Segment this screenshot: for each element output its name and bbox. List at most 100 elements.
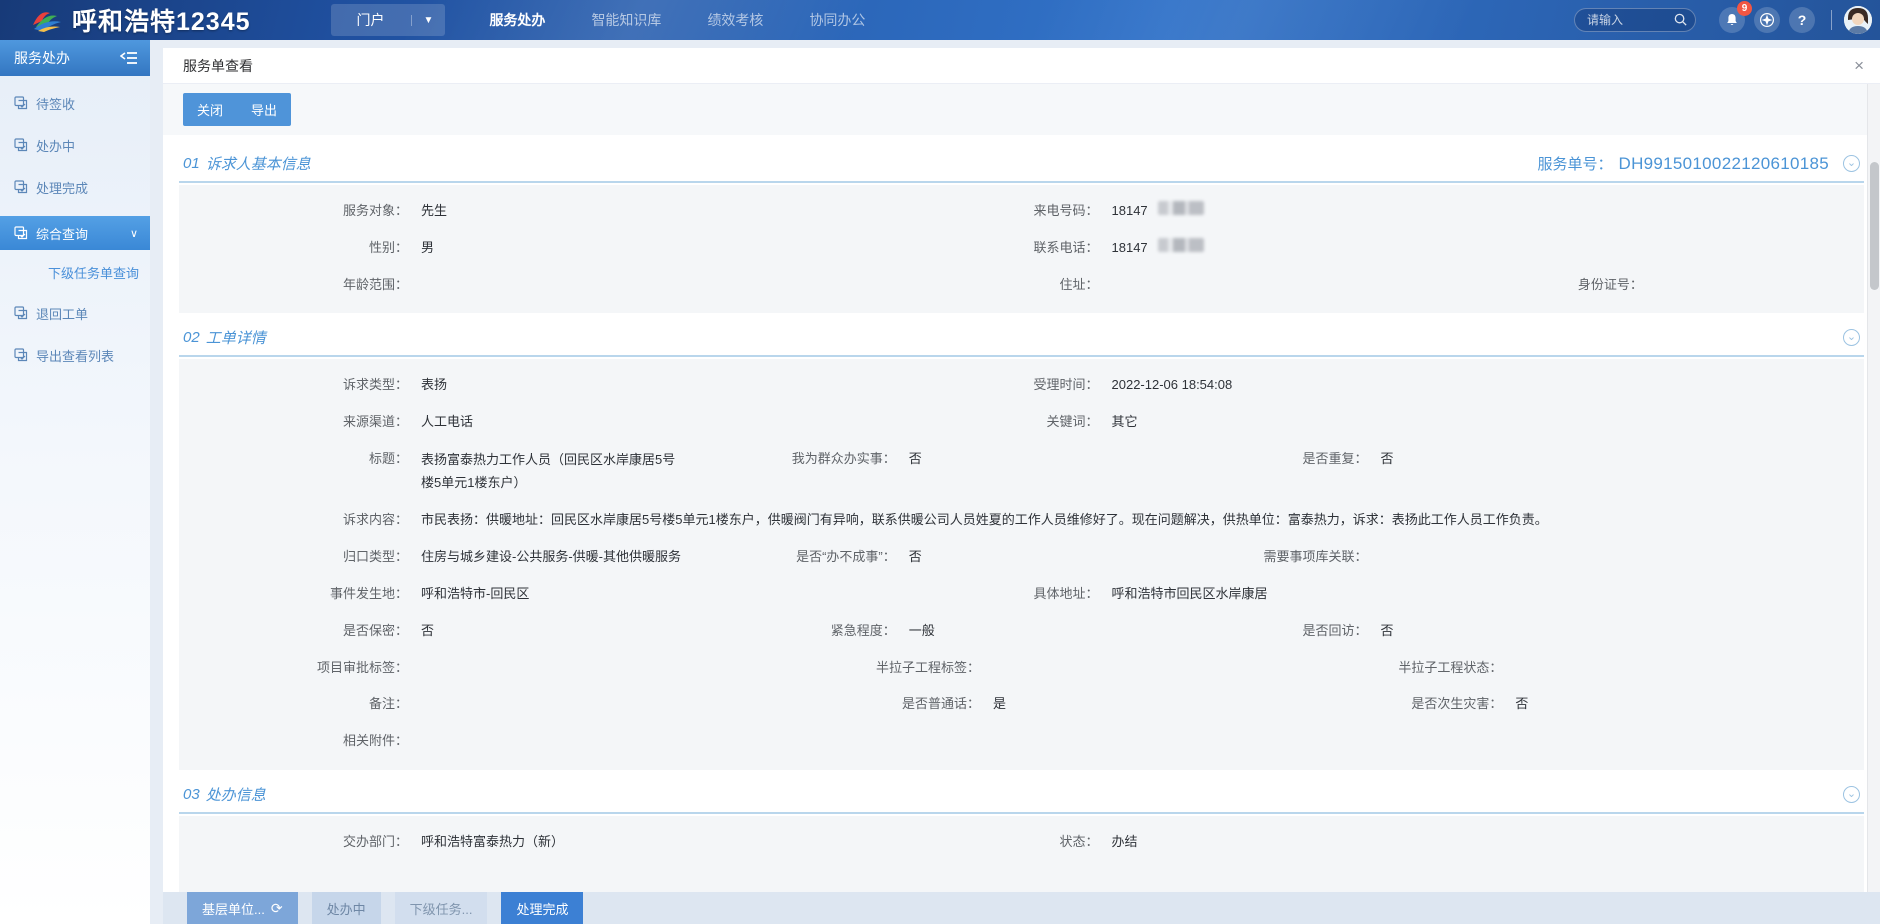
section-panel: 交办部门：呼和浩特富泰热力（新）状态：办结: [179, 816, 1864, 892]
document-icon: [14, 138, 28, 152]
help-button[interactable]: ?: [1789, 7, 1815, 33]
section-panel: 诉求类型：表扬受理时间：2022-12-06 18:54:08来源渠道：人工电话…: [179, 359, 1864, 770]
section-header-right: ⌄: [1843, 329, 1860, 346]
toolbar-buttons: 关闭 导出: [183, 93, 291, 126]
field-label: 诉求类型：: [179, 375, 421, 396]
sidebar-item-label: 退回工单: [36, 304, 88, 323]
bottom-tab-1[interactable]: 基层单位...⟳: [187, 892, 298, 924]
sidebar-item[interactable]: 处办中: [0, 130, 150, 160]
sidebar-item[interactable]: 待签收: [0, 88, 150, 118]
sidebar-item[interactable]: 退回工单: [0, 298, 150, 328]
field-label: 交办部门：: [179, 832, 421, 853]
field-label: 关键词：: [1022, 412, 1112, 433]
scrollbar-thumb[interactable]: [1870, 162, 1879, 290]
field-value: 其它: [1112, 412, 1138, 433]
sidebar-item-label: 导出查看列表: [36, 346, 114, 365]
field-label: 具体地址：: [1022, 584, 1112, 605]
form-field: 交办部门：呼和浩特富泰热力（新）: [179, 832, 1022, 853]
logo-text: 呼和浩特12345: [72, 2, 251, 38]
section-title: 工单详情: [206, 327, 266, 348]
form-field: 半拉子工程标签：: [853, 658, 1375, 679]
sidebar-item[interactable]: 综合查询∨: [0, 216, 150, 250]
field-label: 是否回访：: [1241, 621, 1381, 642]
collapse-sidebar-icon[interactable]: [120, 51, 138, 65]
field-value: 是: [993, 694, 1006, 715]
navbar-right: 9 ?: [1574, 6, 1872, 34]
close-button[interactable]: 关闭: [183, 93, 237, 126]
form-field: 是否普通话：是: [853, 694, 1375, 715]
sidebar-item-label: 处办中: [36, 136, 75, 155]
field-label: 事件发生地：: [179, 584, 421, 605]
masked-digits: [1158, 201, 1204, 215]
section-number: 03: [183, 786, 200, 803]
field-value: 否: [421, 621, 434, 642]
field-value: 表扬: [421, 375, 447, 396]
nav-item-1[interactable]: 服务处办: [489, 10, 545, 30]
document-icon: [14, 306, 28, 320]
form-field: 状态：办结: [1022, 832, 1865, 853]
section-header: 01诉求人基本信息服务单号：DH9915010022120610185⌄: [179, 153, 1864, 183]
user-avatar[interactable]: [1844, 6, 1872, 34]
field-label: 标题：: [179, 449, 421, 470]
form-row: 服务对象：先生来电号码：18147: [179, 193, 1864, 230]
sidebar-subitem[interactable]: 下级任务单查询: [0, 258, 150, 286]
section-header: 02工单详情⌄: [179, 327, 1864, 357]
navbar-divider: [1831, 10, 1832, 30]
navbar-search: [1574, 8, 1696, 32]
sidebar-item[interactable]: 处理完成: [0, 172, 150, 202]
bottom-tab-4[interactable]: 处理完成: [501, 892, 583, 924]
form-field: 服务对象：先生: [179, 201, 1022, 222]
form-row: 事件发生地：呼和浩特市-回民区具体地址：呼和浩特市回民区水岸康居: [179, 576, 1864, 613]
refresh-icon[interactable]: ⟳: [271, 900, 283, 917]
form-field: 是否保密：否: [179, 621, 769, 642]
portal-dropdown-button[interactable]: 门户 ▼: [331, 4, 446, 36]
nav-item-3[interactable]: 绩效考核: [707, 10, 763, 30]
help-icon: ?: [1798, 12, 1807, 28]
field-label: 联系电话：: [1022, 238, 1112, 259]
form-field: 我为群众办实事：否: [769, 449, 1241, 495]
toolbar: 关闭 导出: [163, 84, 1880, 135]
form-field: 是否“办不成事”：否: [769, 547, 1241, 568]
form-field: 标题：表扬富泰热力工作人员（回民区水岸康居5号楼5单元1楼东户）: [179, 449, 769, 495]
field-label: 诉求内容：: [179, 510, 421, 531]
form-field: 备注：: [179, 694, 853, 715]
collapse-section-icon[interactable]: ⌄: [1843, 786, 1860, 803]
field-value: 18147: [1112, 238, 1148, 259]
form-field: 项目审批标签：: [179, 658, 853, 679]
form-field: 诉求类型：表扬: [179, 375, 1022, 396]
close-icon[interactable]: ×: [1854, 57, 1864, 74]
document-icon: [14, 226, 28, 240]
bottom-tab-3[interactable]: 下级任务...: [395, 892, 488, 924]
field-label: 住址：: [1022, 275, 1112, 296]
field-label: 年龄范围：: [179, 275, 421, 296]
chevron-down-icon: ▼: [411, 15, 446, 26]
field-value: 办结: [1112, 832, 1138, 853]
sidebar-item-label: 处理完成: [36, 178, 88, 197]
field-value: 人工电话: [421, 412, 473, 433]
field-value: 男: [421, 238, 434, 259]
collapse-section-icon[interactable]: ⌄: [1843, 155, 1860, 172]
field-value: 否: [1515, 694, 1528, 715]
form-row: 诉求内容：市民表扬：供暖地址：回民区水岸康居5号楼5单元1楼东户，供暖阀门有异响…: [179, 502, 1864, 539]
field-label: 状态：: [1022, 832, 1112, 853]
sidebar-item[interactable]: 导出查看列表: [0, 340, 150, 370]
masked-digits: [1158, 238, 1204, 252]
nav-item-4[interactable]: 协同办公: [809, 10, 865, 30]
search-icon[interactable]: [1673, 12, 1688, 27]
bottom-tab-label: 处办中: [327, 899, 366, 918]
vertical-scrollbar[interactable]: [1867, 84, 1880, 892]
field-label: 半拉子工程标签：: [853, 658, 993, 679]
field-label: 是否保密：: [179, 621, 421, 642]
field-label: 需要事项库关联：: [1241, 547, 1381, 568]
bottom-tab-label: 下级任务...: [410, 899, 473, 918]
form-field: 来源渠道：人工电话: [179, 412, 1022, 433]
compass-button[interactable]: [1754, 7, 1780, 33]
collapse-section-icon[interactable]: ⌄: [1843, 329, 1860, 346]
form-field: 来电号码：18147: [1022, 201, 1865, 222]
bottom-tab-2[interactable]: 处办中: [312, 892, 381, 924]
notifications-button[interactable]: 9: [1719, 7, 1745, 33]
export-button[interactable]: 导出: [237, 93, 291, 126]
form-field: 住址：: [1022, 275, 1544, 296]
app-body: 服务处办 待签收处办中处理完成综合查询∨下级任务单查询退回工单导出查看列表 服务…: [0, 40, 1880, 924]
nav-item-2[interactable]: 智能知识库: [591, 10, 661, 30]
